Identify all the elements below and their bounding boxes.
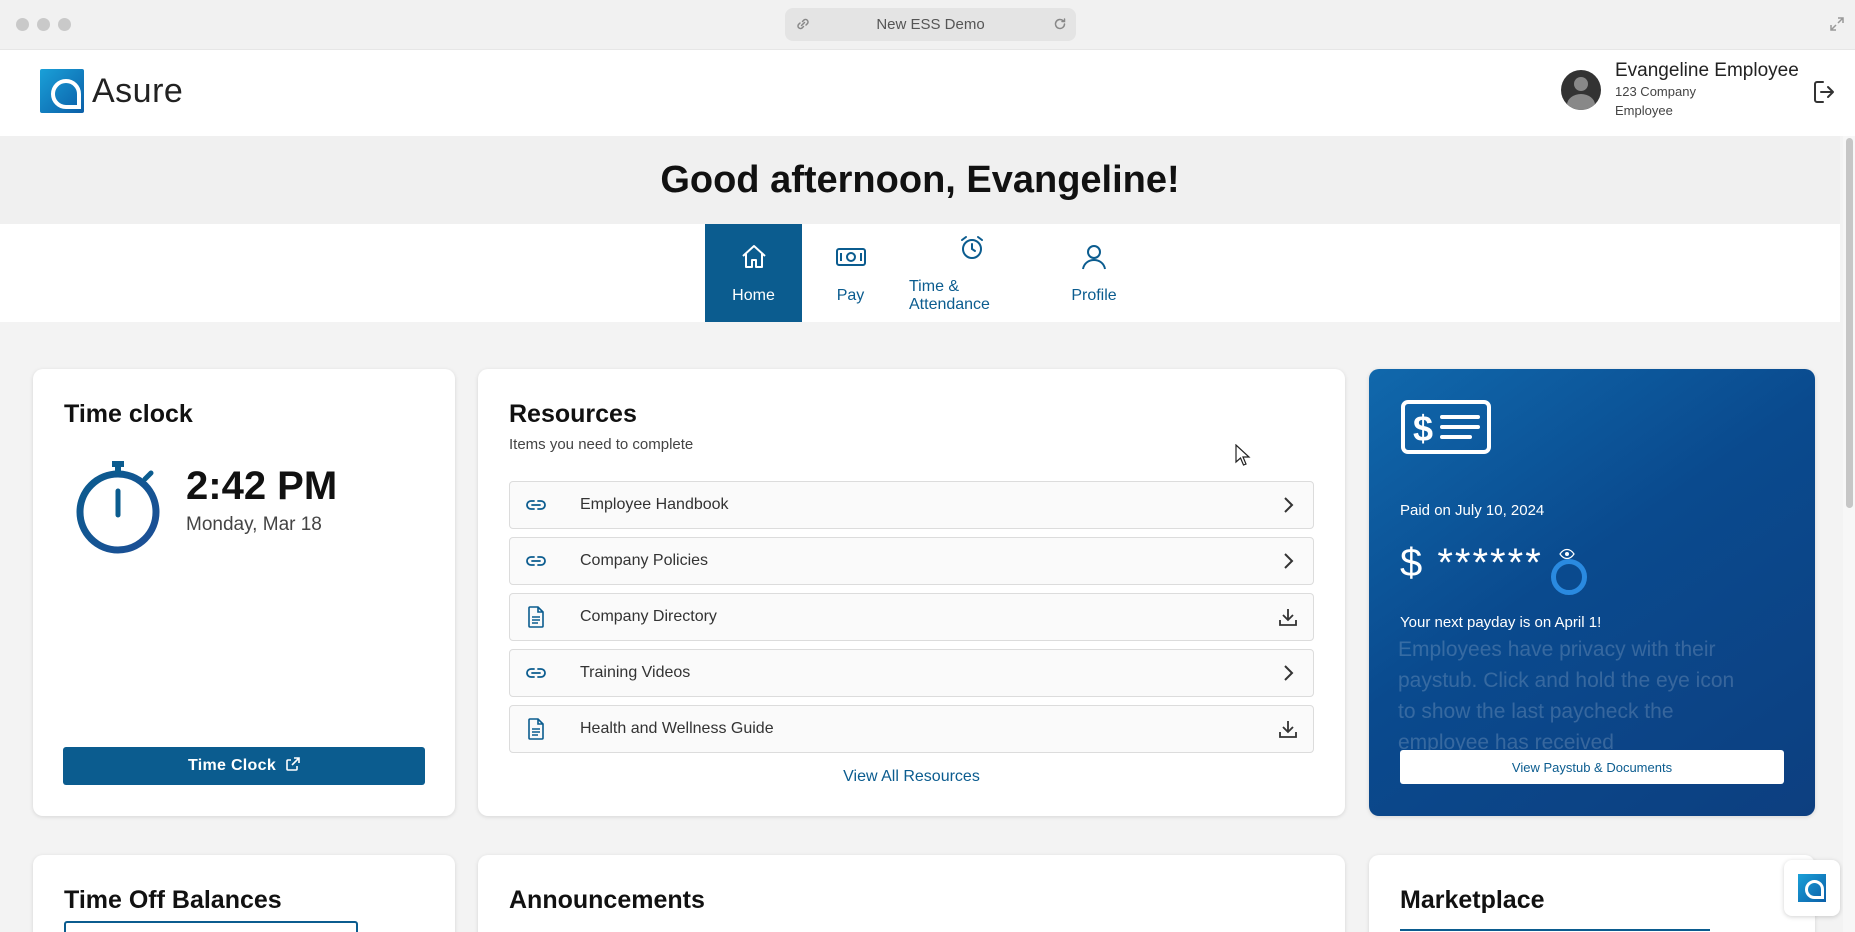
time-clock-button-label: Time Clock: [187, 757, 277, 774]
reload-icon[interactable]: [1052, 16, 1068, 36]
alarm-clock-icon: [957, 233, 987, 268]
resources-title: Resources: [509, 400, 637, 428]
greeting-band: Good afternoon, Evangeline!: [0, 136, 1840, 224]
tab-profile[interactable]: Profile: [1044, 224, 1144, 322]
next-payday: Your next payday is on April 1!: [1400, 614, 1602, 631]
page-scrollbar[interactable]: [1843, 136, 1855, 932]
tab-time-attendance[interactable]: Time & Attendance: [899, 224, 1044, 322]
browser-chrome: New ESS Demo: [0, 0, 1855, 50]
brand-name: Asure: [92, 71, 184, 110]
logout-icon[interactable]: [1811, 78, 1839, 111]
tab-pay[interactable]: Pay: [802, 224, 899, 322]
stopwatch-icon: [73, 455, 163, 560]
resource-employee-handbook[interactable]: Employee Handbook: [509, 481, 1314, 529]
user-name: Evangeline Employee: [1615, 60, 1799, 81]
resources-card: Resources Items you need to complete Emp…: [478, 369, 1345, 816]
app-header: Asure Evangeline Employee 123 Company Em…: [0, 50, 1855, 136]
resource-label: Training Videos: [580, 664, 691, 681]
address-bar-title: New ESS Demo: [876, 16, 985, 33]
resources-list: Employee Handbook Company Policies Compa…: [509, 481, 1314, 761]
pay-card: $ Paid on July 10, 2024 $ ****** Your ne…: [1369, 369, 1815, 816]
chevron-right-icon: [1277, 550, 1299, 577]
asure-logo[interactable]: Asure: [40, 69, 183, 113]
close-window-dot[interactable]: [16, 18, 29, 31]
tab-home-label: Home: [732, 286, 775, 304]
marketplace-card: Marketplace: [1369, 855, 1815, 932]
zoom-window-dot[interactable]: [58, 18, 71, 31]
asure-help-icon: [1798, 874, 1826, 902]
help-widget-button[interactable]: [1784, 860, 1840, 916]
document-icon: [524, 605, 548, 629]
avatar[interactable]: [1561, 70, 1601, 110]
mouse-cursor-icon: [1235, 443, 1251, 471]
svg-text:$: $: [1413, 408, 1433, 449]
tab-time-attendance-label: Time & Attendance: [909, 277, 990, 313]
resource-health-wellness-guide[interactable]: Health and Wellness Guide: [509, 705, 1314, 753]
scrollbar-thumb[interactable]: [1846, 138, 1853, 508]
tab-pay-label: Pay: [836, 286, 865, 304]
current-date: Monday, Mar 18: [186, 514, 322, 535]
link-icon: [524, 493, 548, 517]
period-selector[interactable]: [64, 921, 358, 932]
tab-home[interactable]: Home: [705, 224, 802, 322]
view-paystub-button[interactable]: View Paystub & Documents: [1400, 750, 1784, 784]
minimize-window-dot[interactable]: [37, 18, 50, 31]
announcements-title: Announcements: [509, 886, 705, 914]
resource-label: Employee Handbook: [580, 496, 729, 513]
resource-company-directory[interactable]: Company Directory: [509, 593, 1314, 641]
person-icon: [1079, 242, 1109, 277]
home-icon: [739, 242, 769, 277]
time-off-card: Time Off Balances: [33, 855, 455, 932]
resource-label: Health and Wellness Guide: [580, 720, 774, 737]
resource-label: Company Directory: [580, 608, 717, 625]
download-icon[interactable]: [1277, 718, 1299, 745]
money-icon: [835, 242, 867, 277]
main-nav: Home Pay Time & Attendance Profile: [0, 224, 1840, 322]
time-clock-card: Time clock 2:42 PM Monday, Mar 18 Time C…: [33, 369, 455, 816]
pay-amount-masked: $ ******: [1400, 541, 1543, 585]
user-company: 123 Company: [1615, 84, 1696, 99]
chevron-right-icon: [1277, 494, 1299, 521]
document-icon: [524, 717, 548, 741]
resource-company-policies[interactable]: Company Policies: [509, 537, 1314, 585]
time-off-title: Time Off Balances: [64, 886, 282, 914]
chevron-right-icon: [1277, 662, 1299, 689]
tab-profile-label: Profile: [1071, 286, 1117, 304]
time-clock-button[interactable]: Time Clock: [63, 747, 425, 785]
asure-logo-mark-icon: [40, 69, 84, 113]
external-link-icon: [286, 756, 300, 776]
view-all-resources-link[interactable]: View All Resources: [478, 768, 1345, 786]
announcements-card: Announcements: [478, 855, 1345, 932]
paycheck-icon: $: [1400, 399, 1492, 460]
press-indicator-ring: [1551, 559, 1587, 595]
link-icon: [524, 549, 548, 573]
address-bar[interactable]: New ESS Demo: [785, 8, 1076, 41]
link-icon: [524, 661, 548, 685]
resources-subtitle: Items you need to complete: [509, 436, 694, 453]
current-time: 2:42 PM: [186, 464, 338, 508]
download-icon[interactable]: [1277, 606, 1299, 633]
resource-label: Company Policies: [580, 552, 709, 569]
paid-on-date: Paid on July 10, 2024: [1400, 502, 1545, 519]
time-clock-title: Time clock: [64, 400, 193, 428]
fullscreen-icon[interactable]: [1829, 16, 1845, 37]
privacy-hint-text: Employees have privacy with their paystu…: [1398, 638, 1735, 754]
window-controls[interactable]: [16, 18, 71, 31]
marketplace-title: Marketplace: [1400, 886, 1545, 914]
resource-training-videos[interactable]: Training Videos: [509, 649, 1314, 697]
marketplace-underline: [1400, 929, 1710, 931]
link-icon: [795, 16, 811, 36]
user-role: Employee: [1615, 103, 1673, 118]
user-menu[interactable]: Evangeline Employee 123 Company Employee: [1561, 60, 1799, 120]
greeting-heading: Good afternoon, Evangeline!: [660, 158, 1180, 201]
